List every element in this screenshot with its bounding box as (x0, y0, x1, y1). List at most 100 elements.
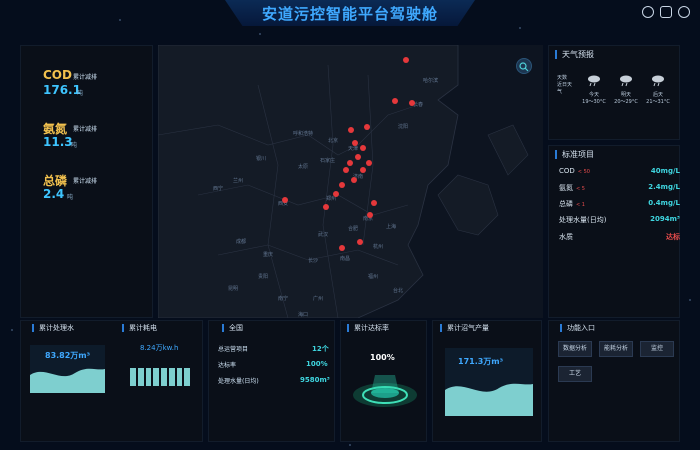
cod-unit: 吨 (77, 90, 84, 97)
page-title: 安道污控智能平台驾驶舱 (261, 5, 438, 23)
weather-day-label: 明天 (620, 92, 631, 98)
water-title: 累计处理水 (32, 324, 74, 332)
battery-cell (137, 368, 144, 386)
weather-panel: 天气预报 天数 近日天气 今天 19～30°C 明天 20～29°C 后天 21… (548, 45, 680, 140)
cod-value: 176.1 (43, 83, 81, 97)
location-pin-icon (371, 200, 377, 206)
location-pin-icon (339, 245, 345, 251)
biogas-value: 171.3万m³ (458, 357, 504, 366)
cloud-rain-icon (588, 75, 600, 87)
location-pin-icon (323, 204, 329, 210)
location-pin-icon (392, 98, 398, 104)
standard-row-label: 水质 (559, 233, 573, 241)
cod-tag: 累计减排 (73, 74, 98, 81)
standards-title: 标准项目 (555, 150, 594, 159)
standard-row-label: COD (559, 167, 575, 175)
location-pin-icon (364, 124, 370, 130)
national-title: 全国 (222, 324, 243, 332)
battery-cell (168, 368, 175, 386)
weather-day: 明天 20～29°C (611, 72, 641, 105)
battery-cell (176, 368, 183, 386)
compliance-value: 100% (370, 353, 395, 362)
monitor-button[interactable]: 监控 (640, 341, 674, 357)
theme-icon[interactable] (678, 6, 690, 18)
process-button[interactable]: 工艺 (558, 366, 592, 382)
standard-row-phosphorus: 总磷 < 1 (559, 199, 585, 209)
standard-row-value: 40mg/L (650, 167, 680, 175)
weather-day: 后天 21～31°C (643, 72, 673, 105)
ammonia-value: 11.3 (43, 135, 73, 149)
weather-day-label: 后天 (652, 92, 663, 98)
location-pin-icon (360, 167, 366, 173)
national-value: 100% (306, 360, 328, 368)
location-pin-icon (282, 197, 288, 203)
standard-row-label: 总磷 (559, 200, 573, 208)
user-icon[interactable] (642, 6, 654, 18)
standard-row-limit: < 1 (576, 202, 585, 208)
phosphorus-value: 2.4 (43, 187, 65, 201)
cloud-rain-icon (652, 75, 664, 87)
standard-row-cod: COD < 50 (559, 167, 590, 175)
biogas-title: 累计沼气产量 (440, 324, 489, 332)
weather-day-temp: 20～29°C (614, 99, 638, 105)
search-icon (519, 62, 529, 72)
location-pin-icon (367, 212, 373, 218)
location-pin-icon (351, 177, 357, 183)
map-markers (282, 57, 415, 251)
power-battery (130, 368, 190, 386)
standard-row-value: 达标 (666, 233, 680, 241)
power-title: 累计耗电 (122, 324, 157, 332)
weather-day-temp: 21～31°C (646, 99, 670, 105)
energy-analysis-button[interactable]: 能耗分析 (599, 341, 633, 357)
location-pin-icon (333, 191, 339, 197)
china-map[interactable]: 哈尔滨 长春 沈阳 呼和浩特 北京 天津 石家庄 太原 银川 兰州 西宁 济南 … (158, 45, 543, 318)
national-value: 12个 (312, 345, 329, 353)
national-value: 9580m³ (300, 376, 330, 384)
phosphorus-unit: 吨 (67, 194, 74, 201)
location-pin-icon (347, 160, 353, 166)
location-pin-icon (409, 100, 415, 106)
location-pin-icon (355, 154, 361, 160)
ammonia-unit: 吨 (71, 142, 78, 149)
header-icons (642, 6, 690, 18)
standard-row-daily-water: 处理水量(日均) (559, 215, 606, 225)
compliance-title: 累计达标率 (347, 324, 389, 332)
standard-row-value: 2094m³ (650, 215, 680, 223)
standard-row-ammonia: 氨氮 < 5 (559, 183, 585, 193)
national-label: 达标率 (218, 362, 237, 369)
map-search-button[interactable] (516, 58, 532, 74)
battery-cell (184, 368, 190, 386)
standard-row-value: 2.4mg/L (648, 183, 680, 191)
weather-intro: 天数 近日天气 (557, 75, 573, 95)
data-analysis-button[interactable]: 数据分析 (558, 341, 592, 357)
weather-day: 今天 19～30°C (579, 72, 609, 105)
location-pin-icon (348, 127, 354, 133)
water-value: 83.82万m³ (45, 351, 91, 360)
standard-row-value: 0.4mg/L (648, 199, 680, 207)
standard-row-label: 氨氮 (559, 184, 573, 192)
phosphorus-tag: 累计减排 (73, 178, 98, 185)
battery-cell (145, 368, 152, 386)
battery-cell (161, 368, 167, 386)
location-pin-icon (343, 167, 349, 173)
standard-row-limit: < 50 (577, 169, 590, 175)
standard-row-label: 处理水量(日均) (559, 216, 607, 224)
weather-title: 天气预报 (555, 50, 594, 59)
battery-cell (153, 368, 159, 386)
battery-cell (130, 368, 136, 386)
cod-label: COD (43, 68, 72, 82)
weather-day-label: 今天 (588, 92, 599, 98)
header: 安道污控智能平台驾驶舱 (0, 0, 700, 30)
location-pin-icon (403, 57, 409, 63)
location-pin-icon (357, 239, 363, 245)
database-icon[interactable] (660, 6, 672, 18)
standard-row-quality: 水质 (559, 232, 573, 242)
standard-row-limit: < 5 (576, 186, 585, 192)
compliance-ring (353, 375, 417, 407)
ammonia-tag: 累计减排 (73, 126, 98, 133)
location-pin-icon (366, 160, 372, 166)
function-title: 功能入口 (560, 324, 595, 332)
power-value: 8.24万kw.h (140, 344, 179, 352)
location-pin-icon (360, 145, 366, 151)
location-pin-icon (339, 182, 345, 188)
